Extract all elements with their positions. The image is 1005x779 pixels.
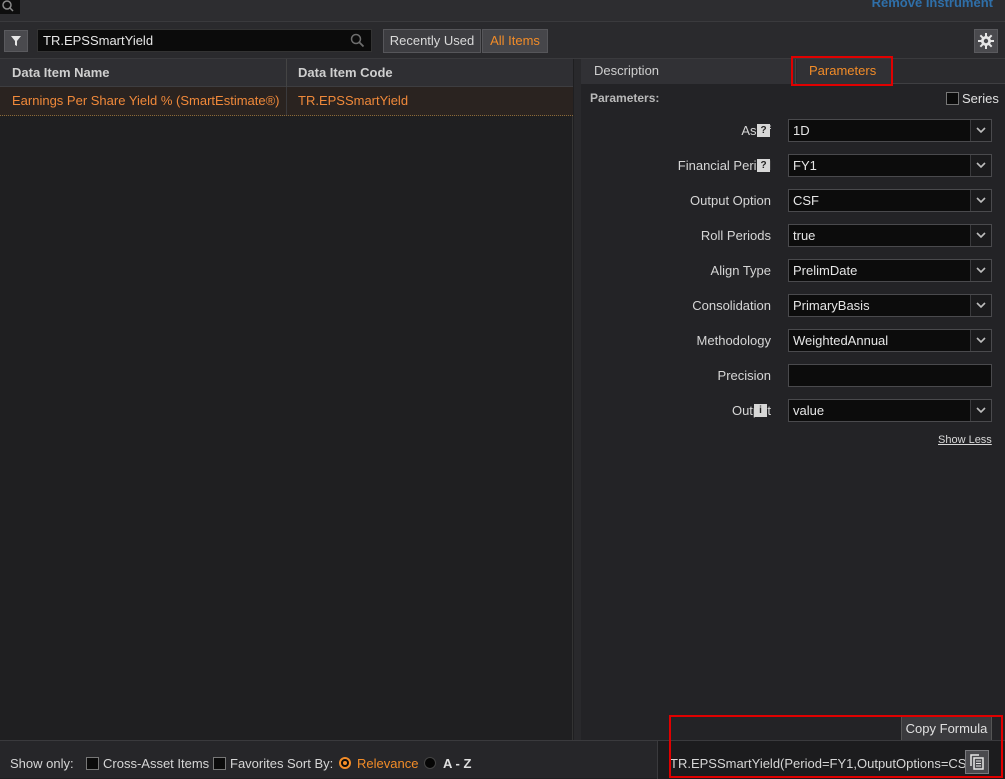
search-field[interactable] xyxy=(37,29,372,52)
search-icon[interactable] xyxy=(350,33,365,51)
output-select[interactable]: value xyxy=(788,399,992,422)
all-items-tab[interactable]: All Items xyxy=(482,29,548,53)
select-value: PrelimDate xyxy=(793,263,858,278)
param-label-as-of: As of xyxy=(581,123,771,138)
remove-instrument-link[interactable]: Remove Instrument xyxy=(872,0,993,10)
settings-button[interactable] xyxy=(974,29,998,53)
tab-description[interactable]: Description xyxy=(581,59,796,84)
parameters-tab-highlight xyxy=(791,56,893,86)
formula-highlight xyxy=(669,715,1003,778)
select-value: value xyxy=(793,403,825,418)
roll-periods-select[interactable]: true xyxy=(788,224,992,247)
column-header-code[interactable]: Data Item Code xyxy=(287,59,573,87)
favorites-checkbox[interactable] xyxy=(213,757,226,770)
relevance-radio[interactable] xyxy=(339,757,351,769)
param-label-output-option: Output Option xyxy=(690,193,771,208)
select-value: true xyxy=(793,228,816,243)
methodology-select[interactable]: WeightedAnnual xyxy=(788,329,992,352)
as-of-select[interactable]: 1D xyxy=(788,119,992,142)
help-icon[interactable]: ? xyxy=(757,124,770,137)
data-item-name[interactable]: Earnings Per Share Yield % (SmartEstimat… xyxy=(0,87,287,115)
cross-asset-checkbox[interactable] xyxy=(86,757,99,770)
show-less-link[interactable]: Show Less xyxy=(938,434,992,446)
param-label-roll-periods: Roll Periods xyxy=(700,228,771,243)
param-label-financial-period: Financial Period xyxy=(581,158,771,173)
chevron-down-icon[interactable] xyxy=(970,295,991,316)
output-option-select[interactable]: CSF xyxy=(788,189,992,212)
chevron-down-icon[interactable] xyxy=(970,190,991,211)
param-label-align-type: Align Type xyxy=(710,263,771,278)
chevron-down-icon[interactable] xyxy=(970,120,991,141)
param-label-consolidation: Consolidation xyxy=(692,298,771,313)
chevron-down-icon[interactable] xyxy=(970,155,991,176)
info-icon[interactable]: i xyxy=(754,404,767,417)
recently-used-tab[interactable]: Recently Used xyxy=(383,29,481,53)
precision-input[interactable] xyxy=(788,364,992,387)
chevron-down-icon[interactable] xyxy=(970,225,991,246)
panel-splitter[interactable] xyxy=(574,59,581,740)
search-icon[interactable] xyxy=(0,0,20,14)
data-item-code[interactable]: TR.EPSSmartYield xyxy=(287,87,573,115)
param-label-precision: Precision xyxy=(717,368,771,383)
param-label-output: Output xyxy=(581,403,771,418)
select-value: CSF xyxy=(793,193,819,208)
financial-period-select[interactable]: FY1 xyxy=(788,154,992,177)
help-icon[interactable]: ? xyxy=(757,159,770,172)
a-z-radio[interactable] xyxy=(424,757,436,769)
table-header: Data Item Name Data Item Code xyxy=(0,59,573,87)
filter-icon xyxy=(5,36,27,54)
select-value: WeightedAnnual xyxy=(793,333,889,348)
consolidation-select[interactable]: PrimaryBasis xyxy=(788,294,992,317)
relevance-label[interactable]: Relevance xyxy=(357,756,418,771)
top-bar: Remove Instrument xyxy=(0,0,1005,22)
select-value: 1D xyxy=(793,123,810,138)
series-label: Series xyxy=(962,91,999,106)
favorites-label[interactable]: Favorites xyxy=(230,756,283,771)
data-items-panel: Data Item Name Data Item Code Earnings P… xyxy=(0,59,573,740)
series-checkbox[interactable] xyxy=(946,92,959,105)
gear-icon xyxy=(975,33,997,55)
sort-by-label: Sort By: xyxy=(287,756,334,771)
select-value: PrimaryBasis xyxy=(793,298,870,313)
show-only-label: Show only: xyxy=(10,756,74,771)
toolbar: Recently Used All Items xyxy=(0,22,1005,59)
filter-button[interactable] xyxy=(4,30,28,52)
a-z-label[interactable]: A - Z xyxy=(443,756,471,771)
table-row[interactable]: Earnings Per Share Yield % (SmartEstimat… xyxy=(0,87,573,116)
param-label-methodology: Methodology xyxy=(696,333,771,348)
details-panel: Description Parameters Parameters: Serie… xyxy=(581,56,1005,740)
column-header-name[interactable]: Data Item Name xyxy=(0,59,287,87)
parameters-heading: Parameters: xyxy=(590,91,660,105)
align-type-select[interactable]: PrelimDate xyxy=(788,259,992,282)
chevron-down-icon[interactable] xyxy=(970,400,991,421)
chevron-down-icon[interactable] xyxy=(970,260,991,281)
cross-asset-label[interactable]: Cross-Asset Items xyxy=(103,756,209,771)
select-value: FY1 xyxy=(793,158,817,173)
chevron-down-icon[interactable] xyxy=(970,330,991,351)
search-input[interactable] xyxy=(38,30,343,51)
